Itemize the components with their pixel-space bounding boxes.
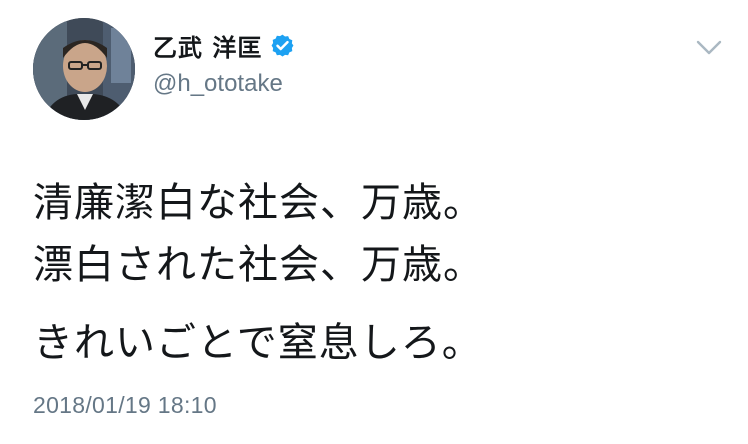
avatar[interactable] — [33, 18, 135, 120]
chevron-down-icon[interactable] — [694, 36, 724, 60]
user-handle[interactable]: @h_ototake — [153, 70, 283, 98]
tweet-text-line-3: きれいごとで窒息しろ。 — [33, 320, 483, 366]
avatar-photo — [33, 18, 135, 120]
tweet-text-line-1: 清廉潔白な社会、万歳。 — [33, 180, 484, 226]
display-name[interactable]: 乙武 洋匡 — [153, 28, 262, 63]
name-row: 乙武 洋匡 — [153, 28, 295, 62]
verified-badge-icon — [270, 33, 295, 58]
tweet-timestamp[interactable]: 2018/01/19 18:10 — [33, 392, 217, 419]
tweet-text-line-2: 漂白された社会、万歳。 — [33, 242, 484, 288]
tweet-card: 乙武 洋匡 @h_ototake 清廉潔白な社会、万歳。 漂白された社会、万歳。… — [0, 0, 748, 444]
